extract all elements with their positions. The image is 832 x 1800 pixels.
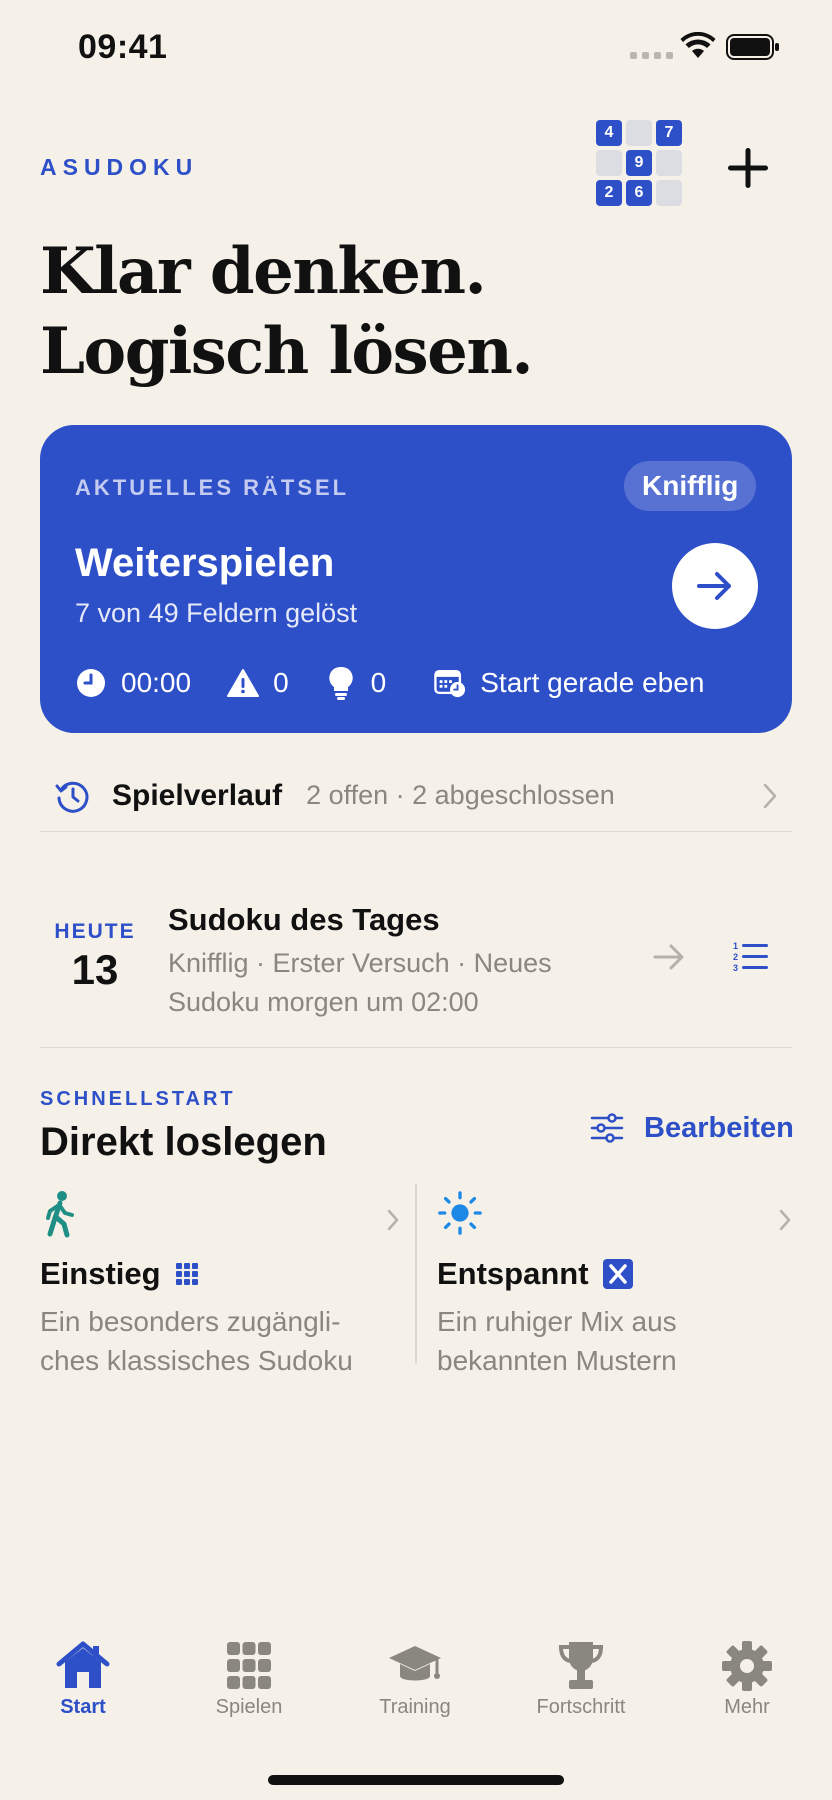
new-game-plus-button[interactable]: [722, 142, 774, 194]
quickstart-item-name: Entspannt: [437, 1256, 633, 1292]
home-indicator: [268, 1775, 564, 1785]
logo-cell: [656, 150, 682, 176]
tab-bar: Start Spielen Training Fortschritt Mehr: [0, 1640, 832, 1740]
quickstart-item-title: Einstieg: [40, 1256, 161, 1291]
gear-icon: [722, 1641, 772, 1691]
logo-cell: 4: [596, 120, 622, 146]
quickstart-item-description: Ein ruhiger Mix aus bekannten Mustern: [437, 1306, 677, 1376]
tab-fortschritt[interactable]: Fortschritt: [506, 1640, 656, 1719]
status-bar: 09:41: [0, 0, 832, 96]
logo-cell: [596, 150, 622, 176]
headline-line-1: Klar denken.: [40, 234, 487, 309]
logo-cell: 6: [626, 180, 652, 206]
svg-text:1: 1: [733, 941, 738, 951]
x-sudoku-icon: [602, 1259, 633, 1289]
grid-icon: [227, 1642, 271, 1689]
history-row[interactable]: Spielverlauf 2 offen · 2 abgeschlossen: [40, 760, 792, 832]
timer-value: 00:00: [121, 667, 192, 698]
arrow-right-icon: [697, 572, 731, 600]
today-date: HEUTE 13: [49, 920, 141, 994]
card-meta: 00:00 0 0 Start gerade eben: [75, 663, 704, 703]
calendar-clock-icon: [434, 667, 466, 699]
tab-label: Start: [60, 1696, 106, 1718]
started-value: Start gerade eben: [480, 667, 705, 698]
clock-icon: [75, 667, 107, 699]
sudoku-grid-logo-icon[interactable]: 4 7 9 2 6: [596, 120, 688, 212]
quickstart-item-description: Ein besonders zugängli-ches klassisches …: [40, 1306, 353, 1376]
history-summary: 2 offen · 2 abgeschlossen: [306, 780, 615, 810]
current-puzzle-card[interactable]: AKTUELLES RÄTSEL Knifflig Weiterspielen …: [40, 425, 792, 733]
logo-cell: [656, 180, 682, 206]
quickstart-item-entspannt[interactable]: Entspannt Ein ruhiger Mix aus bekannten …: [437, 1190, 792, 1380]
classic-grid-icon: [175, 1263, 198, 1285]
logo-cell: 2: [596, 180, 622, 206]
svg-text:2: 2: [733, 952, 738, 962]
history-icon: [55, 781, 89, 813]
history-title: Spielverlauf: [112, 778, 283, 812]
chevron-right-icon: [387, 1209, 399, 1231]
chevron-right-icon: [763, 783, 777, 809]
continue-button[interactable]: [672, 543, 758, 629]
page-headline: Klar denken. Logisch lösen.: [40, 232, 534, 392]
cellular-signal-icon: [630, 52, 673, 59]
edit-label: Bearbeiten: [644, 1111, 794, 1144]
walking-person-icon: [46, 1191, 74, 1238]
today-label: HEUTE: [54, 920, 136, 943]
quickstart-item-name: Einstieg: [40, 1256, 199, 1292]
difficulty-badge: Knifflig: [624, 461, 757, 511]
card-title: Weiterspielen: [75, 541, 335, 585]
hints-value: 0: [370, 667, 387, 698]
sun-icon: [438, 1191, 482, 1235]
logo-cell: 9: [626, 150, 652, 176]
tab-spielen[interactable]: Spielen: [174, 1640, 324, 1719]
edit-quickstart-button[interactable]: Bearbeiten: [590, 1108, 794, 1148]
graduation-cap-icon: [389, 1646, 441, 1681]
daily-title: Sudoku des Tages: [168, 902, 440, 937]
battery-icon: [726, 34, 779, 60]
daily-subtitle: Knifflig · Erster Versuch · Neues Sudoku…: [168, 948, 552, 1017]
arrow-right-icon[interactable]: [652, 940, 686, 974]
card-label: AKTUELLES RÄTSEL: [75, 475, 350, 500]
tab-label: Training: [379, 1696, 451, 1718]
logo-cell: 7: [656, 120, 682, 146]
home-icon: [56, 1641, 110, 1688]
trophy-icon: [558, 1642, 604, 1689]
svg-text:3: 3: [733, 963, 738, 973]
quickstart-title: Direkt loslegen: [40, 1120, 327, 1164]
headline-line-2: Logisch lösen.: [40, 314, 534, 389]
warning-icon: [227, 667, 260, 699]
tab-label: Fortschritt: [536, 1696, 626, 1718]
tab-training[interactable]: Training: [340, 1640, 490, 1719]
quickstart-item-einstieg[interactable]: Einstieg Ein besonders zugängli-ches kla…: [40, 1190, 400, 1380]
status-time: 09:41: [78, 28, 168, 66]
tab-mehr[interactable]: Mehr: [672, 1640, 822, 1719]
mistakes-value: 0: [273, 667, 289, 698]
daily-sudoku-row[interactable]: HEUTE 13 Sudoku des Tages Knifflig · Ers…: [40, 880, 792, 1048]
brand-wordmark: ASUDOKU: [40, 154, 199, 180]
tab-start[interactable]: Start: [8, 1640, 158, 1719]
tab-label: Spielen: [215, 1696, 283, 1718]
card-progress: 7 von 49 Feldern gelöst: [75, 598, 358, 628]
quickstart-label: SCHNELLSTART: [40, 1088, 236, 1110]
quickstart-divider: [415, 1184, 417, 1364]
numbered-list-icon[interactable]: 1 2 3: [732, 938, 770, 976]
wifi-icon: [680, 32, 716, 58]
lightbulb-icon: [325, 666, 357, 700]
chevron-right-icon: [779, 1209, 791, 1231]
quickstart-item-title: Entspannt: [437, 1256, 589, 1291]
today-day-number: 13: [71, 946, 119, 993]
logo-cell: [626, 120, 652, 146]
sliders-icon: [590, 1113, 624, 1143]
tab-label: Mehr: [724, 1696, 770, 1718]
